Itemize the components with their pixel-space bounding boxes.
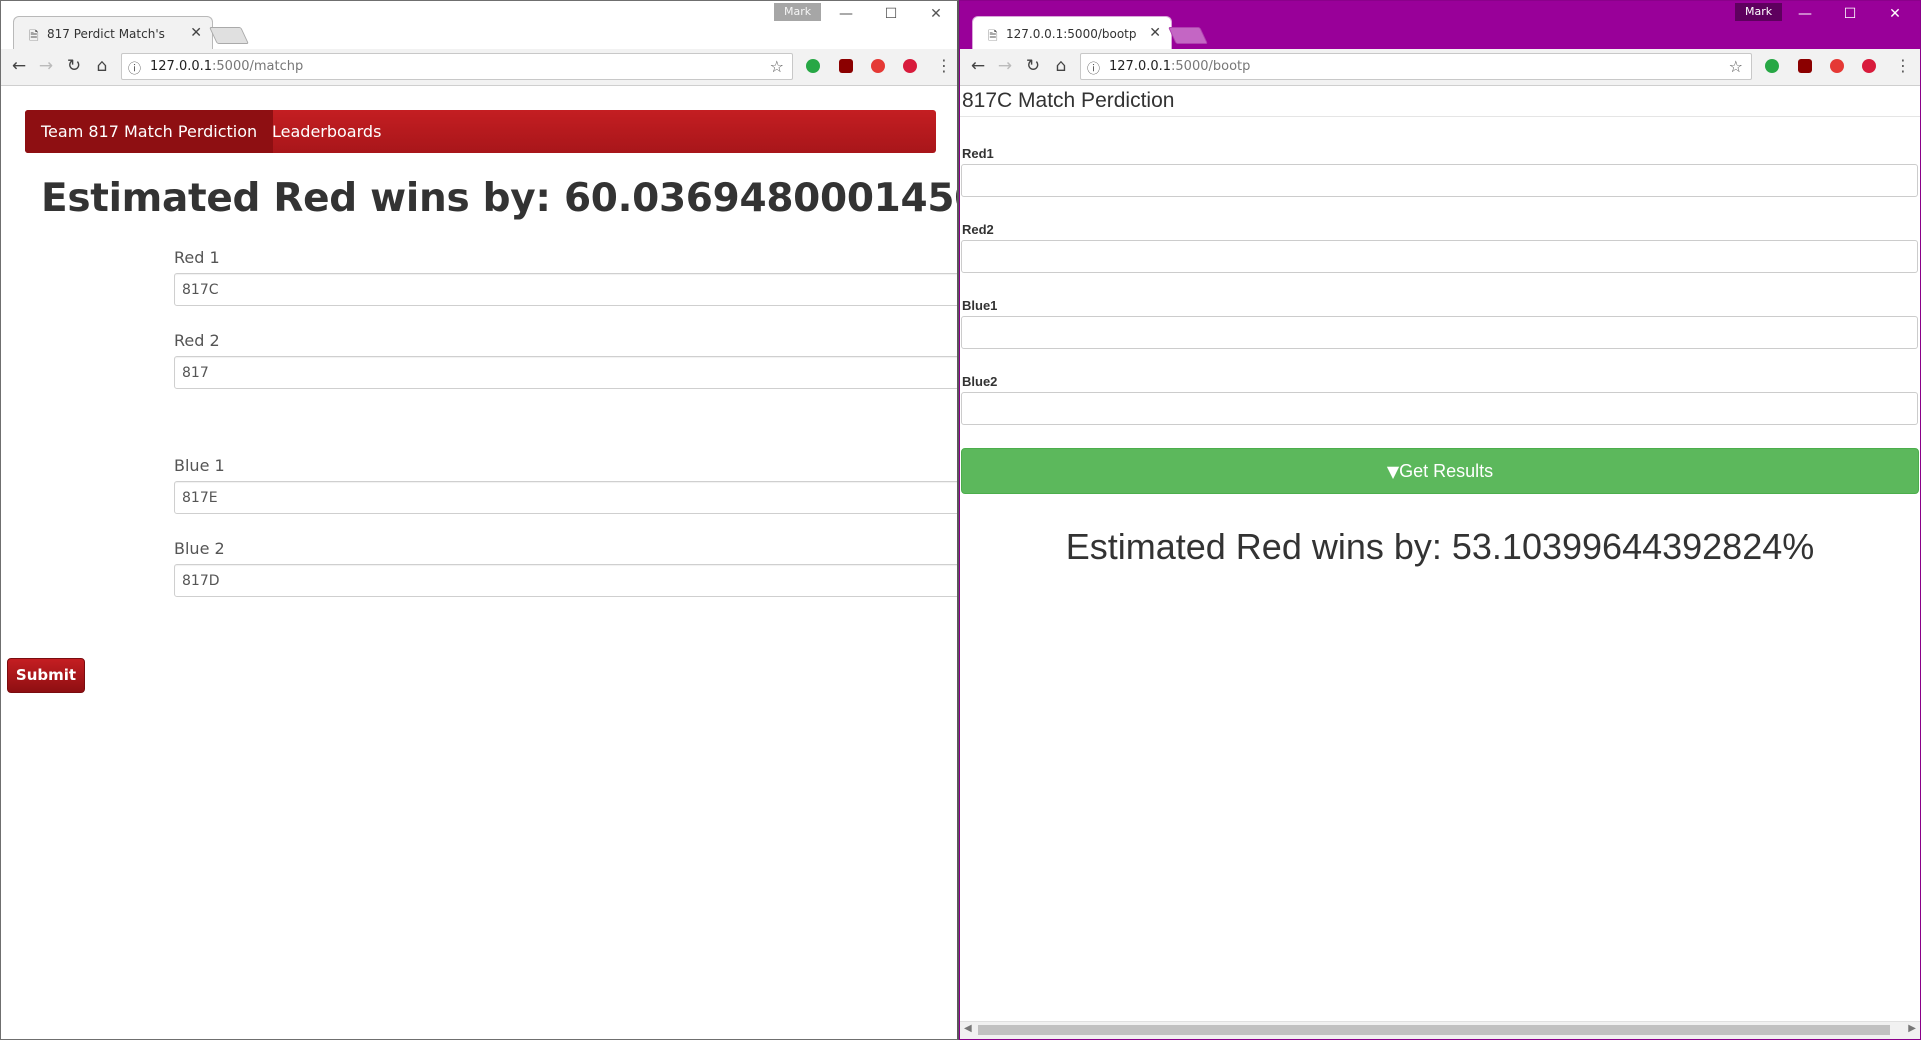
url-text: 127.0.0.1:5000/bootp	[1109, 59, 1251, 74]
new-tab-button[interactable]	[209, 27, 249, 44]
blue2-label: Blue 2	[174, 539, 225, 558]
tab-title: 127.0.0.1:5000/bootp	[1006, 27, 1137, 41]
star-icon[interactable]: ☆	[1729, 57, 1743, 76]
new-tab-button[interactable]	[1168, 27, 1208, 44]
ublock-icon[interactable]	[1798, 59, 1812, 73]
red1-label: Red1	[962, 146, 994, 161]
ublock-icon[interactable]	[839, 59, 853, 73]
navbar: Team 817 Match Perdiction Leaderboards	[25, 110, 936, 153]
page-icon: 🗎	[29, 29, 39, 43]
nav-brand[interactable]: Team 817 Match Perdiction	[25, 110, 274, 153]
browser-tab[interactable]: 🗎 817 Perdict Match's ✕	[13, 16, 213, 49]
address-bar[interactable]: ⓘ 127.0.0.1:5000/matchp ☆	[121, 53, 793, 80]
home-icon[interactable]: ⌂	[91, 56, 113, 76]
address-bar[interactable]: ⓘ 127.0.0.1:5000/bootp ☆	[1080, 53, 1752, 80]
blue1-input[interactable]: 817E	[174, 481, 957, 514]
back-arrow-icon[interactable]: ←	[967, 56, 989, 76]
chevron-down-icon: ▼	[1386, 462, 1400, 481]
red1-input[interactable]	[961, 164, 1918, 197]
tab-title: 817 Perdict Match's	[47, 27, 165, 41]
scrollbar-thumb[interactable]	[978, 1025, 1890, 1035]
record-icon[interactable]	[1830, 59, 1844, 73]
red2-input[interactable]: 817	[174, 356, 957, 389]
profile-badge[interactable]: Mark	[1735, 3, 1783, 21]
record-icon[interactable]	[871, 59, 885, 73]
red2-label: Red2	[962, 222, 994, 237]
back-arrow-icon[interactable]: ←	[8, 56, 30, 76]
close-tab-icon[interactable]: ✕	[1149, 25, 1161, 41]
page-title: 817C Match Perdiction	[962, 89, 1175, 112]
extension-icon[interactable]	[903, 59, 917, 73]
browser-toolbar: ← → ↻ ⌂ ⓘ 127.0.0.1:5000/bootp ☆ ⋮	[960, 49, 1920, 86]
result-heading: Estimated Red wins by: 53.10399644392824…	[1065, 526, 1815, 567]
page-icon: 🗎	[988, 29, 998, 43]
kebab-menu-icon[interactable]: ⋮	[936, 56, 952, 75]
minimize-icon[interactable]: —	[1795, 6, 1815, 22]
close-window-icon[interactable]: ✕	[926, 6, 946, 22]
kebab-menu-icon[interactable]: ⋮	[1895, 56, 1911, 75]
red2-input[interactable]	[961, 240, 1918, 273]
scroll-right-icon[interactable]: ▶	[1908, 1023, 1916, 1034]
extension-icon[interactable]	[1862, 59, 1876, 73]
close-tab-icon[interactable]: ✕	[190, 25, 202, 41]
forward-arrow-icon[interactable]: →	[994, 56, 1016, 76]
extension-icon[interactable]	[806, 59, 820, 73]
close-window-icon[interactable]: ✕	[1885, 6, 1905, 22]
nav-link-leaderboards[interactable]: Leaderboards	[272, 110, 381, 153]
page-content: Team 817 Match Perdiction Leaderboards E…	[1, 86, 957, 1039]
red1-input[interactable]: 817C	[174, 273, 957, 306]
blue2-input[interactable]	[961, 392, 1918, 425]
left-browser-window: 🗎 817 Perdict Match's ✕ Mark — ☐ ✕ ← → ↻…	[0, 0, 959, 1040]
profile-badge[interactable]: Mark	[774, 3, 822, 21]
page-content: 817C Match Perdiction Red1 Red2 Blue1 Bl…	[960, 86, 1920, 1039]
red2-label: Red 2	[174, 331, 220, 350]
scroll-left-icon[interactable]: ◀	[964, 1023, 972, 1034]
blue2-label: Blue2	[962, 374, 998, 389]
extension-icon[interactable]	[1765, 59, 1779, 73]
maximize-icon[interactable]: ☐	[881, 6, 901, 22]
title-bar: 🗎 127.0.0.1:5000/bootp ✕ Mark — ☐ ✕	[960, 1, 1920, 49]
red1-label: Red 1	[174, 248, 220, 267]
blue1-label: Blue 1	[174, 456, 225, 475]
get-results-button[interactable]: ▼Get Results	[961, 448, 1919, 494]
browser-toolbar: ← → ↻ ⌂ ⓘ 127.0.0.1:5000/matchp ☆ ⋮	[1, 49, 957, 86]
maximize-icon[interactable]: ☐	[1840, 6, 1860, 22]
url-text: 127.0.0.1:5000/matchp	[150, 59, 304, 74]
reload-icon[interactable]: ↻	[1022, 56, 1044, 76]
minimize-icon[interactable]: —	[836, 6, 856, 22]
right-browser-window: 🗎 127.0.0.1:5000/bootp ✕ Mark — ☐ ✕ ← → …	[959, 0, 1921, 1040]
info-icon[interactable]: ⓘ	[1087, 58, 1100, 77]
browser-tab[interactable]: 🗎 127.0.0.1:5000/bootp ✕	[972, 16, 1172, 49]
title-bar: 🗎 817 Perdict Match's ✕ Mark — ☐ ✕	[1, 1, 957, 49]
result-heading: Estimated Red wins by: 60.03694800014509…	[41, 176, 957, 221]
blue2-input[interactable]: 817D	[174, 564, 957, 597]
submit-button[interactable]: Submit	[7, 658, 85, 693]
forward-arrow-icon[interactable]: →	[35, 56, 57, 76]
horizontal-scrollbar[interactable]: ◀ ▶	[960, 1021, 1920, 1039]
divider	[960, 116, 1920, 117]
reload-icon[interactable]: ↻	[63, 56, 85, 76]
blue1-label: Blue1	[962, 298, 998, 313]
home-icon[interactable]: ⌂	[1050, 56, 1072, 76]
blue1-input[interactable]	[961, 316, 1918, 349]
star-icon[interactable]: ☆	[770, 57, 784, 76]
info-icon[interactable]: ⓘ	[128, 58, 141, 77]
